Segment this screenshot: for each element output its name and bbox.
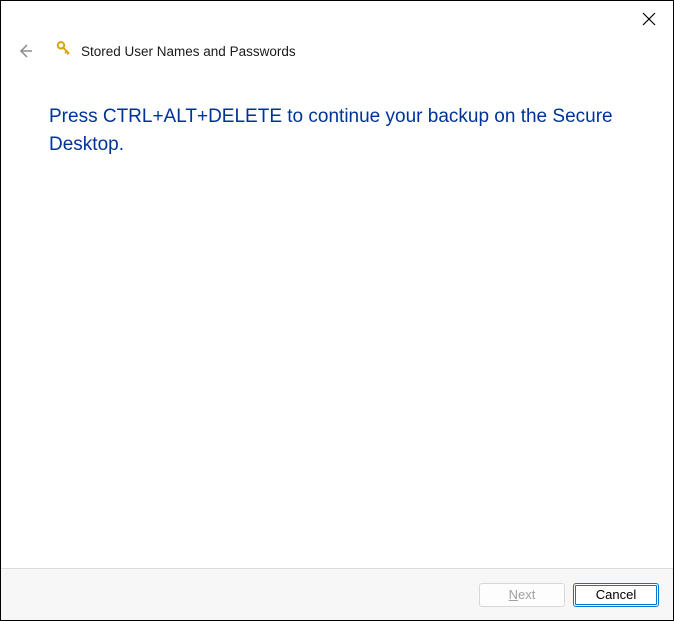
key-icon xyxy=(51,41,71,61)
back-button xyxy=(15,41,35,61)
content-area: Press CTRL+ALT+DELETE to continue your b… xyxy=(1,75,673,568)
back-arrow-icon xyxy=(17,43,33,59)
page-title: Stored User Names and Passwords xyxy=(81,44,296,59)
titlebar xyxy=(1,1,673,33)
header: Stored User Names and Passwords xyxy=(1,33,673,75)
close-icon xyxy=(642,12,656,26)
cancel-button-label: Cancel xyxy=(596,587,636,602)
next-button: Next xyxy=(479,583,565,607)
next-button-suffix: ext xyxy=(518,587,535,602)
cancel-button[interactable]: Cancel xyxy=(573,583,659,607)
instruction-text: Press CTRL+ALT+DELETE to continue your b… xyxy=(49,103,625,158)
close-button[interactable] xyxy=(639,9,659,29)
footer: Next Cancel xyxy=(1,568,673,620)
dialog-window: Stored User Names and Passwords Press CT… xyxy=(1,1,673,620)
next-button-mnemonic: N xyxy=(509,587,518,602)
